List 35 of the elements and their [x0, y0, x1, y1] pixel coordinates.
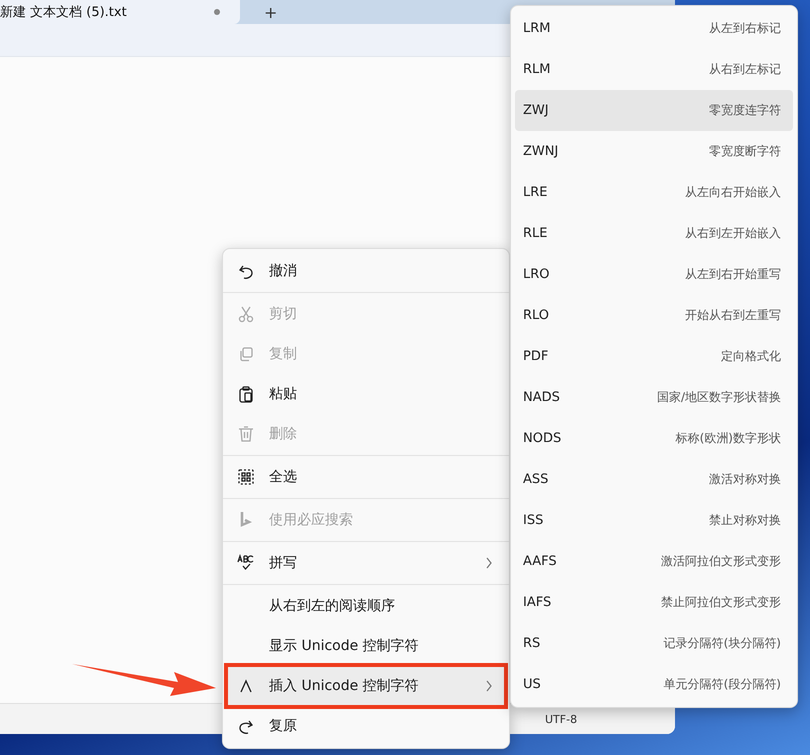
submenu-item[interactable]: ASS 激活对称对换: [515, 459, 793, 500]
submenu-item[interactable]: RS 记录分隔符(块分隔符): [515, 623, 793, 664]
submenu-item[interactable]: US 单元分隔符(段分隔符): [515, 664, 793, 705]
submenu-item[interactable]: RLO 开始从右到左重写: [515, 295, 793, 336]
chevron-right-icon: [485, 557, 493, 569]
encoding-label: UTF-8: [545, 712, 578, 726]
chevron-right-icon: [485, 680, 493, 692]
submenu-item[interactable]: LRE 从左向右开始嵌入: [515, 172, 793, 213]
submenu-item[interactable]: ISS 禁止对称对换: [515, 500, 793, 541]
trash-icon: [237, 425, 255, 443]
menu-item[interactable]: 全选: [227, 457, 505, 497]
submenu-item[interactable]: NADS 国家/地区数字形状替换: [515, 377, 793, 418]
submenu-item[interactable]: LRO 从左到右开始重写: [515, 254, 793, 295]
menu-item[interactable]: 撤消: [227, 251, 505, 291]
submenu-item[interactable]: NODS 标称(欧洲)数字形状: [515, 418, 793, 459]
menu-item[interactable]: 插入 Unicode 控制字符: [227, 666, 505, 706]
new-tab-button[interactable]: +: [250, 0, 292, 24]
spell-check-icon: [237, 554, 255, 572]
submenu-item[interactable]: RLM 从右到左标记: [515, 49, 793, 90]
select-all-icon: [237, 468, 255, 486]
menu-item[interactable]: 复原: [227, 706, 505, 746]
document-tab[interactable]: 新建 文本文档 (5).txt: [0, 0, 240, 24]
menu-item[interactable]: 从右到左的阅读顺序: [227, 586, 505, 626]
submenu-item[interactable]: ZWNJ 零宽度断字符: [515, 131, 793, 172]
clipboard-icon: [237, 385, 255, 403]
menu-item[interactable]: 拼写: [227, 543, 505, 583]
submenu-item[interactable]: ZWJ 零宽度连字符: [515, 90, 793, 131]
submenu-item[interactable]: AAFS 激活阿拉伯文形式变形: [515, 541, 793, 582]
submenu-item[interactable]: LRM 从左到右标记: [515, 8, 793, 49]
menu-item[interactable]: 显示 Unicode 控制字符: [227, 626, 505, 666]
submenu-item[interactable]: RLE 从右到左开始嵌入: [515, 213, 793, 254]
menu-item[interactable]: 粘贴: [227, 374, 505, 414]
submenu-item[interactable]: IAFS 禁止阿拉伯文形式变形: [515, 582, 793, 623]
scissors-icon: [237, 305, 255, 323]
submenu-item[interactable]: PDF 定向格式化: [515, 336, 793, 377]
